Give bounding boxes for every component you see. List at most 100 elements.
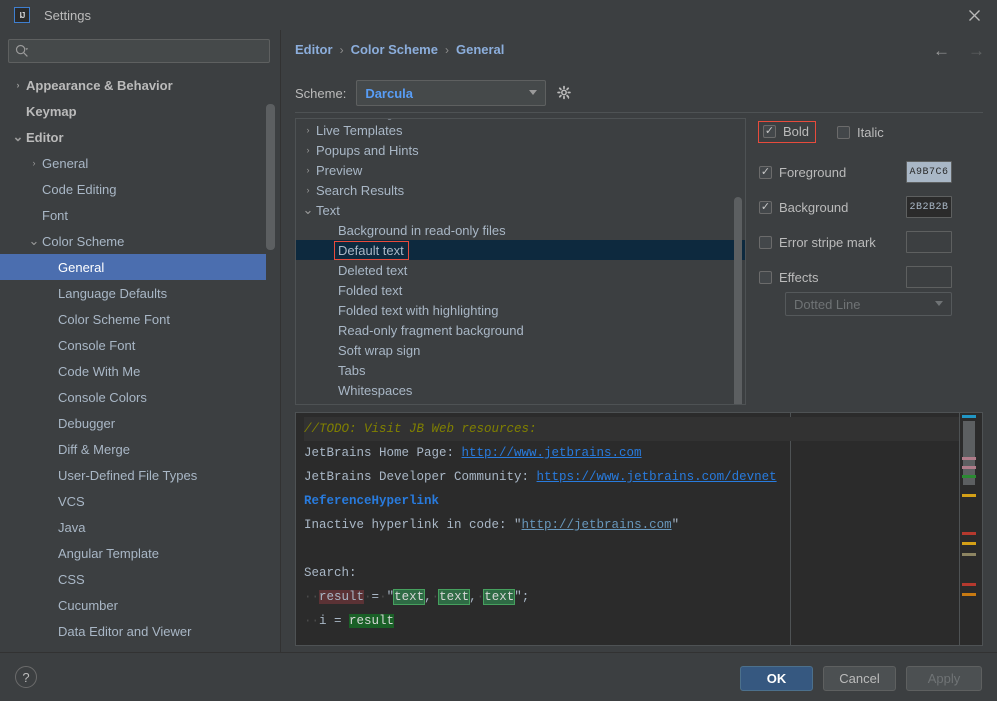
arrow-left-icon[interactable]: ← (933, 42, 950, 59)
sidebar-item-code-with-me[interactable]: Code With Me (0, 358, 266, 384)
chevron-right-icon[interactable]: › (10, 80, 26, 90)
search-input[interactable] (8, 39, 270, 63)
color-settings-item-preview[interactable]: ›Preview (296, 160, 745, 180)
color-settings-item-soft-wrap-sign[interactable]: Soft wrap sign (296, 340, 745, 360)
sidebar-item-code-editing[interactable]: Code Editing (0, 176, 266, 202)
sidebar-item-keymap[interactable]: Keymap (0, 98, 266, 124)
sidebar-item-java[interactable]: Java (0, 514, 266, 540)
sidebar-item-label: Language Defaults (58, 286, 167, 301)
color-settings-item-text[interactable]: ⌄Text (296, 200, 745, 220)
help-button[interactable]: ? (15, 666, 37, 688)
foreground-color-swatch[interactable]: A9B7C6 (906, 161, 952, 183)
preview-line-inactive: Inactive hyperlink in code: "http://jetb… (304, 513, 960, 537)
color-settings-item-deleted-text[interactable]: Deleted text (296, 260, 745, 280)
color-settings-item-live-templates[interactable]: ›Live Templates (296, 120, 745, 140)
italic-checkbox[interactable] (837, 126, 850, 139)
foreground-row: Foreground A9B7C6 (759, 160, 989, 184)
code-preview-panel[interactable]: //TODO: Visit JB Web resources: JetBrain… (295, 412, 983, 646)
sidebar-item-vcs[interactable]: VCS (0, 488, 266, 514)
color-settings-item-whitespaces[interactable]: Whitespaces (296, 380, 745, 400)
sidebar-item-debugger[interactable]: Debugger (0, 410, 266, 436)
sidebar-item-css[interactable]: CSS (0, 566, 266, 592)
breadcrumb-item-general[interactable]: General (456, 42, 504, 57)
error-stripe-checkbox[interactable] (759, 236, 772, 249)
color-settings-item-label: Text (316, 203, 340, 218)
sidebar-item-font[interactable]: Font (0, 202, 266, 228)
effect-type-dropdown[interactable]: Dotted Line (785, 292, 952, 316)
apply-button[interactable]: Apply (906, 666, 982, 691)
breadcrumb-item-color-scheme[interactable]: Color Scheme (351, 42, 438, 57)
breadcrumb-item-editor[interactable]: Editor (295, 42, 333, 57)
sidebar-item-diff-merge[interactable]: Diff & Merge (0, 436, 266, 462)
marker-pink-2[interactable] (962, 466, 976, 469)
foreground-checkbox[interactable] (759, 166, 772, 179)
preview-line-blank (304, 537, 960, 561)
marker-olive[interactable] (962, 553, 976, 556)
sidebar-item-color-scheme[interactable]: ⌄Color Scheme (0, 228, 266, 254)
marker-pink-1[interactable] (962, 457, 976, 460)
sidebar-scrollbar[interactable] (266, 104, 275, 250)
preview-line-assign: ··i = result (304, 609, 960, 633)
chevron-right-icon[interactable]: › (300, 145, 316, 155)
chevron-right-icon[interactable]: › (300, 185, 316, 195)
sidebar-item-partial[interactable] (0, 644, 266, 652)
chevron-down-icon[interactable]: ⌄ (10, 134, 26, 140)
sidebar-item-general[interactable]: ›General (0, 150, 266, 176)
sidebar-scroll-area[interactable]: ›Appearance & BehaviorKeymap⌄Editor›Gene… (0, 72, 281, 652)
arrow-right-icon[interactable]: → (968, 42, 985, 59)
chevron-right-icon[interactable]: › (300, 165, 316, 175)
effects-checkbox[interactable] (759, 271, 772, 284)
scheme-dropdown[interactable]: Darcula (356, 80, 546, 106)
sidebar-item-cucumber[interactable]: Cucumber (0, 592, 266, 618)
ok-button[interactable]: OK (740, 666, 813, 691)
link-jetbrains-home[interactable]: http://www.jetbrains.com (462, 446, 642, 460)
color-settings-tree-box[interactable]: ›Line Coverage›Live Templates›Popups and… (295, 118, 746, 405)
sidebar-item-general[interactable]: General (0, 254, 266, 280)
sidebar-item-data-editor-and-viewer[interactable]: Data Editor and Viewer (0, 618, 266, 644)
chevron-right-icon[interactable]: › (300, 125, 316, 135)
settings-content: Editor › Color Scheme › General ← → Sche… (281, 30, 997, 652)
background-color-swatch[interactable]: 2B2B2B (906, 196, 952, 218)
color-settings-item-background-in-read-only-files[interactable]: Background in read-only files (296, 220, 745, 240)
marker-yellow-2[interactable] (962, 542, 976, 545)
sidebar-item-console-colors[interactable]: Console Colors (0, 384, 266, 410)
sidebar-item-editor[interactable]: ⌄Editor (0, 124, 266, 150)
chevron-right-icon[interactable]: › (300, 118, 316, 120)
scheme-selected-value: Darcula (365, 86, 413, 101)
sidebar-item-label: Font (42, 208, 68, 223)
chevron-right-icon[interactable]: › (26, 158, 42, 168)
sidebar-item-console-font[interactable]: Console Font (0, 332, 266, 358)
sidebar-item-angular-template[interactable]: Angular Template (0, 540, 266, 566)
link-jetbrains-devnet[interactable]: https://www.jetbrains.com/devnet (537, 470, 777, 484)
color-settings-item-default-text[interactable]: Default text (296, 240, 745, 260)
preview-error-stripe[interactable] (960, 413, 982, 645)
marker-cyan[interactable] (962, 415, 976, 418)
gear-icon[interactable] (556, 85, 572, 101)
background-checkbox[interactable] (759, 201, 772, 214)
marker-red-1[interactable] (962, 532, 976, 535)
color-settings-item-popups-and-hints[interactable]: ›Popups and Hints (296, 140, 745, 160)
color-settings-scrollbar[interactable] (734, 197, 742, 405)
bold-checkbox[interactable] (763, 125, 776, 138)
close-icon[interactable] (951, 0, 997, 30)
marker-green[interactable] (962, 475, 976, 478)
cancel-button[interactable]: Cancel (823, 666, 896, 691)
color-settings-item-tabs[interactable]: Tabs (296, 360, 745, 380)
color-settings-item-folded-text-with-highlighting[interactable]: Folded text with highlighting (296, 300, 745, 320)
color-settings-item-read-only-fragment-background[interactable]: Read-only fragment background (296, 320, 745, 340)
color-settings-item-folded-text[interactable]: Folded text (296, 280, 745, 300)
marker-orange[interactable] (962, 593, 976, 596)
sidebar-item-label: Color Scheme Font (58, 312, 170, 327)
effects-row: Effects (759, 265, 989, 289)
sidebar-item-appearance-behavior[interactable]: ›Appearance & Behavior (0, 72, 266, 98)
chevron-down-icon[interactable]: ⌄ (300, 208, 316, 212)
color-settings-item-search-results[interactable]: ›Search Results (296, 180, 745, 200)
chevron-down-icon[interactable]: ⌄ (26, 238, 42, 244)
effects-color-swatch[interactable] (906, 266, 952, 288)
sidebar-item-color-scheme-font[interactable]: Color Scheme Font (0, 306, 266, 332)
marker-yellow-1[interactable] (962, 494, 976, 497)
sidebar-item-user-defined-file-types[interactable]: User-Defined File Types (0, 462, 266, 488)
marker-red-2[interactable] (962, 583, 976, 586)
error-stripe-color-swatch[interactable] (906, 231, 952, 253)
sidebar-item-language-defaults[interactable]: Language Defaults (0, 280, 266, 306)
